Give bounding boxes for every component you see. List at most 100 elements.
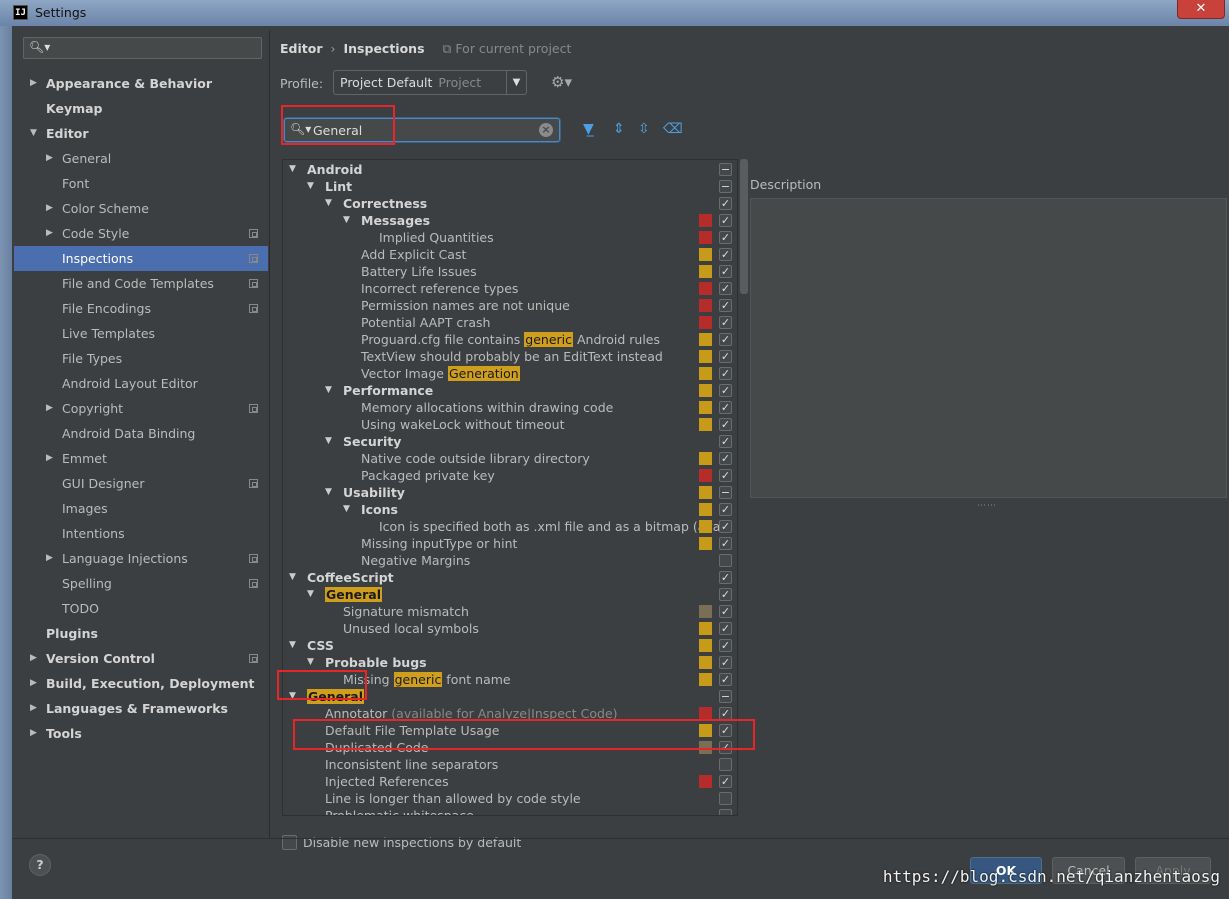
inspection-row[interactable]: Injected References ✓ <box>283 773 737 790</box>
chevron-down-icon[interactable]: ▼ <box>325 195 332 212</box>
enable-checkbox[interactable]: ✓ <box>719 520 732 533</box>
inspection-row[interactable]: Proguard.cfg file contains generic Andro… <box>283 331 737 348</box>
inspection-row[interactable]: Negative Margins <box>283 552 737 569</box>
inspection-row[interactable]: ▼ Android − <box>283 161 737 178</box>
enable-checkbox[interactable]: − <box>719 486 732 499</box>
enable-checkbox[interactable]: ✓ <box>719 775 732 788</box>
inspection-row[interactable]: ▼ Usability − <box>283 484 737 501</box>
chevron-right-icon[interactable]: ▶ <box>46 396 53 421</box>
chevron-down-icon[interactable]: ▼ <box>307 654 314 671</box>
enable-checkbox[interactable] <box>719 758 732 771</box>
inspection-tree[interactable]: ▼ Android − ▼ Lint − ▼ Correctness ✓ ▼ Messages ✓ Im… <box>282 159 738 816</box>
inspection-row[interactable]: ▼ General ✓ <box>283 586 737 603</box>
inspection-row[interactable]: Packaged private key ✓ <box>283 467 737 484</box>
enable-checkbox[interactable]: ✓ <box>719 503 732 516</box>
sidebar-item-color-scheme[interactable]: ▶ Color Scheme <box>14 196 268 221</box>
inspection-row[interactable]: ▼ Security ✓ <box>283 433 737 450</box>
inspection-row[interactable]: Potential AAPT crash ✓ <box>283 314 737 331</box>
inspection-row[interactable]: Native code outside library directory ✓ <box>283 450 737 467</box>
enable-checkbox[interactable] <box>719 809 732 815</box>
gear-icon[interactable]: ⚙▾ <box>551 73 572 91</box>
enable-checkbox[interactable] <box>719 554 732 567</box>
splitter-grip[interactable]: ⋯⋯ <box>977 501 997 511</box>
sidebar-item-version-control[interactable]: ▶ Version Control <box>14 646 268 671</box>
inspection-row[interactable]: Add Explicit Cast ✓ <box>283 246 737 263</box>
inspection-row[interactable]: ▼ Lint − <box>283 178 737 195</box>
sidebar-item-copyright[interactable]: ▶ Copyright <box>14 396 268 421</box>
sidebar-item-inspections[interactable]: Inspections <box>14 246 268 271</box>
tree-scrollbar[interactable] <box>740 159 748 294</box>
chevron-right-icon[interactable]: ▶ <box>46 446 53 471</box>
enable-checkbox[interactable]: ✓ <box>719 350 732 363</box>
inspection-row[interactable]: Vector Image Generation ✓ <box>283 365 737 382</box>
sidebar-item-images[interactable]: Images <box>14 496 268 521</box>
filter-icon[interactable]: ▼̲ <box>583 121 594 137</box>
inspection-row[interactable]: Memory allocations within drawing code ✓ <box>283 399 737 416</box>
enable-checkbox[interactable]: − <box>719 690 732 703</box>
enable-checkbox[interactable]: − <box>719 180 732 193</box>
chevron-down-icon[interactable]: ▼ <box>289 569 296 586</box>
enable-checkbox[interactable]: ✓ <box>719 588 732 601</box>
inspection-row[interactable]: ▼ CSS ✓ <box>283 637 737 654</box>
inspection-row[interactable]: ▼ CoffeeScript ✓ <box>283 569 737 586</box>
inspection-row[interactable]: ▼ Icons ✓ <box>283 501 737 518</box>
enable-checkbox[interactable]: ✓ <box>719 384 732 397</box>
sidebar-item-spelling[interactable]: Spelling <box>14 571 268 596</box>
sidebar-item-todo[interactable]: TODO <box>14 596 268 621</box>
enable-checkbox[interactable]: ✓ <box>719 333 732 346</box>
enable-checkbox[interactable]: ✓ <box>719 316 732 329</box>
sidebar-item-language-injections[interactable]: ▶ Language Injections <box>14 546 268 571</box>
chevron-right-icon[interactable]: ▶ <box>30 721 37 746</box>
sidebar-item-font[interactable]: Font <box>14 171 268 196</box>
enable-checkbox[interactable]: ✓ <box>719 299 732 312</box>
settings-search-input[interactable]: 🔍︎▾ <box>23 37 262 59</box>
inspection-row[interactable]: Battery Life Issues ✓ <box>283 263 737 280</box>
collapse-all-icon[interactable]: ⇳ <box>638 121 650 137</box>
enable-checkbox[interactable]: ✓ <box>719 673 732 686</box>
expand-all-icon[interactable]: ⇕ <box>613 121 625 137</box>
inspection-row[interactable]: Incorrect reference types ✓ <box>283 280 737 297</box>
inspection-row[interactable]: Inconsistent line separators <box>283 756 737 773</box>
inspection-row[interactable]: ▼ Probable bugs ✓ <box>283 654 737 671</box>
sidebar-item-file-encodings[interactable]: File Encodings <box>14 296 268 321</box>
sidebar-item-live-templates[interactable]: Live Templates <box>14 321 268 346</box>
enable-checkbox[interactable]: ✓ <box>719 367 732 380</box>
sidebar-item-keymap[interactable]: Keymap <box>14 96 268 121</box>
enable-checkbox[interactable]: − <box>719 163 732 176</box>
enable-checkbox[interactable]: ✓ <box>719 214 732 227</box>
chevron-down-icon[interactable]: ▼ <box>325 382 332 399</box>
inspection-row[interactable]: Problematic whitespace <box>283 807 737 815</box>
chevron-down-icon[interactable]: ▼ <box>343 212 350 229</box>
clear-icon[interactable]: × <box>539 123 553 137</box>
chevron-right-icon[interactable]: ▶ <box>30 71 37 96</box>
enable-checkbox[interactable]: ✓ <box>719 639 732 652</box>
chevron-right-icon[interactable]: ▶ <box>46 196 53 221</box>
chevron-down-icon[interactable]: ▼ <box>343 501 350 518</box>
profile-dropdown[interactable]: Project Default Project ▼ <box>333 70 527 95</box>
chevron-down-icon[interactable]: ▼ <box>307 586 314 603</box>
inspection-row[interactable]: Line is longer than allowed by code styl… <box>283 790 737 807</box>
enable-checkbox[interactable]: ✓ <box>719 656 732 669</box>
enable-checkbox[interactable]: ✓ <box>719 435 732 448</box>
chevron-down-icon[interactable]: ▼ <box>289 637 296 654</box>
chevron-down-icon[interactable]: ▼ <box>289 161 296 178</box>
inspection-row[interactable]: Implied Quantities ✓ <box>283 229 737 246</box>
inspection-row[interactable]: Missing inputType or hint ✓ <box>283 535 737 552</box>
reset-icon[interactable]: ⌫ <box>663 121 683 137</box>
sidebar-item-emmet[interactable]: ▶ Emmet <box>14 446 268 471</box>
enable-checkbox[interactable]: ✓ <box>719 469 732 482</box>
sidebar-item-build-execution-deployment[interactable]: ▶ Build, Execution, Deployment <box>14 671 268 696</box>
enable-checkbox[interactable]: ✓ <box>719 282 732 295</box>
help-button[interactable]: ? <box>29 854 51 876</box>
chevron-right-icon[interactable]: ▶ <box>30 696 37 721</box>
inspection-row[interactable]: Using wakeLock without timeout ✓ <box>283 416 737 433</box>
enable-checkbox[interactable]: ✓ <box>719 265 732 278</box>
sidebar-item-code-style[interactable]: ▶ Code Style <box>14 221 268 246</box>
chevron-right-icon[interactable]: ▶ <box>46 146 53 171</box>
inspection-row[interactable]: Icon is specified both as .xml file and … <box>283 518 737 535</box>
sidebar-item-android-data-binding[interactable]: Android Data Binding <box>14 421 268 446</box>
inspection-row[interactable]: ▼ Performance ✓ <box>283 382 737 399</box>
sidebar-item-languages-frameworks[interactable]: ▶ Languages & Frameworks <box>14 696 268 721</box>
enable-checkbox[interactable]: ✓ <box>719 452 732 465</box>
sidebar-item-general[interactable]: ▶ General <box>14 146 268 171</box>
